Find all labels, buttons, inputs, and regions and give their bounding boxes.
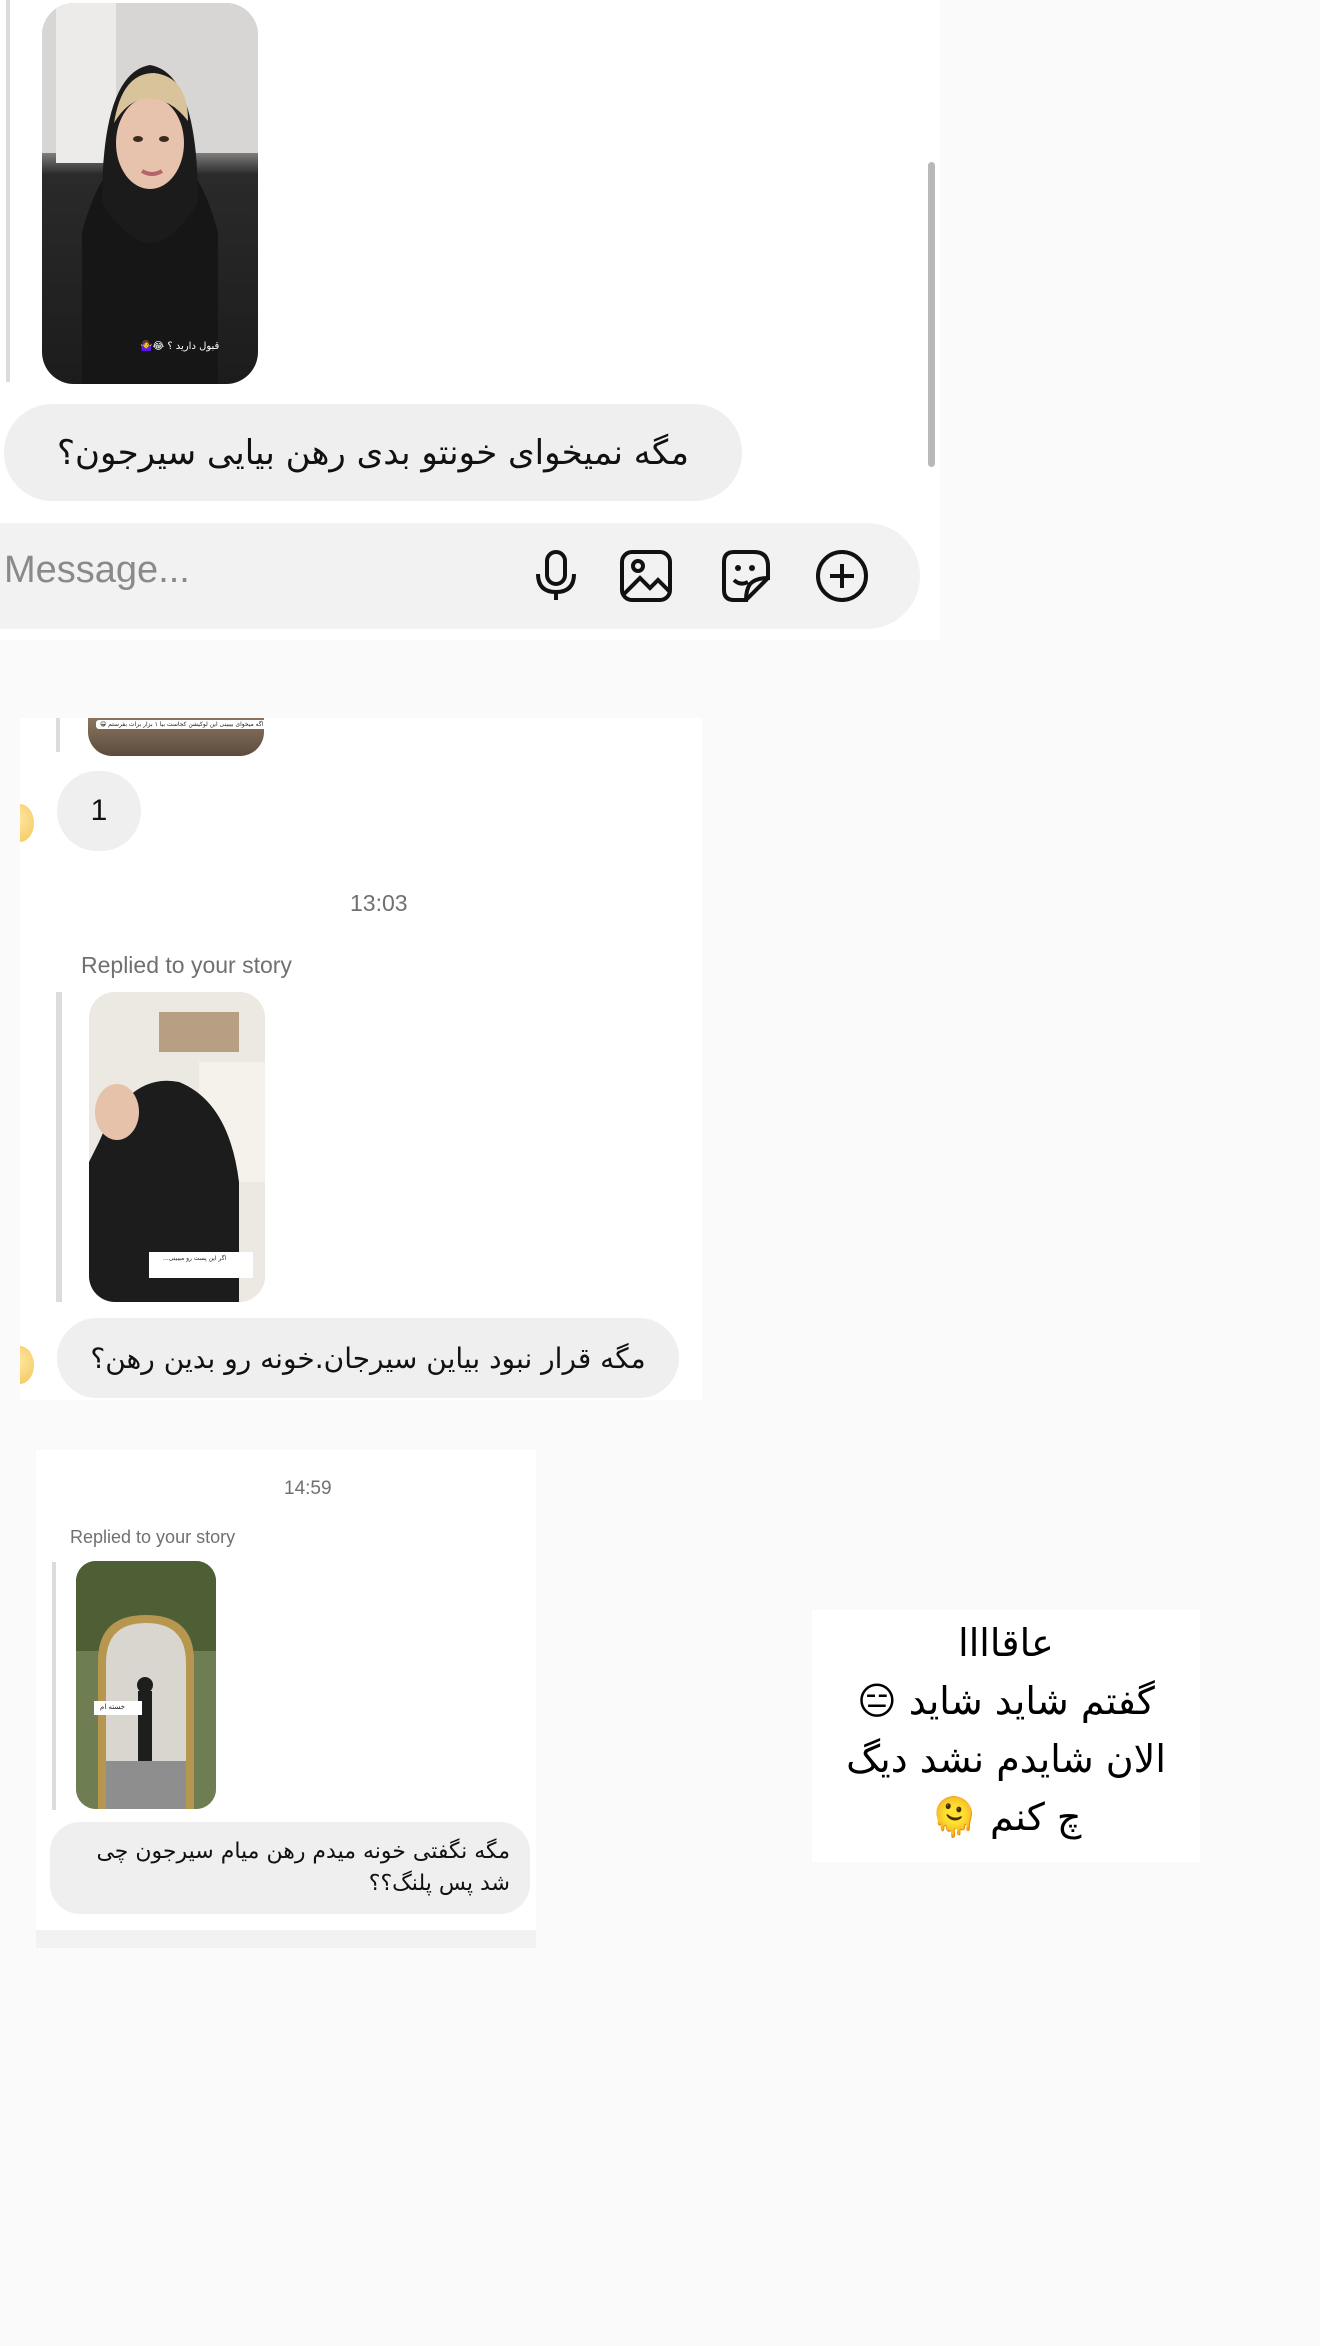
caption-line: گفتم شاید شاید 😑: [857, 1679, 1155, 1723]
story-caption: اگر این پست رو میبینی...: [159, 1254, 231, 1263]
replied-to-story-label: Replied to your story: [70, 1527, 236, 1547]
story-thumbnail[interactable]: اگه میخوای بیبینی این لوکیشن کجاست بیا ۱…: [88, 718, 264, 756]
message-composer: Message...: [0, 523, 920, 629]
avatar: [20, 804, 34, 842]
middle-chat-panel: اگه میخوای بیبینی این لوکیشن کجاست بیا ۱…: [20, 718, 702, 1400]
person-photo: [42, 3, 258, 384]
avatar: [20, 1346, 34, 1384]
message-input[interactable]: Message...: [4, 549, 190, 592]
story-thumbnail[interactable]: قبول دارید ؟ 😂🤷‍♀️: [42, 3, 258, 384]
timestamp: 13:03: [350, 890, 408, 916]
caption-line: چ کنم 🫠: [930, 1795, 1082, 1839]
reply-quote-bar: [56, 718, 60, 752]
message-text: مگه قرار نبود بیاین سیرجان.خونه رو بدین …: [90, 1341, 646, 1375]
bottom-chat-panel: 14:59 Replied to your story خسته ام مگه …: [36, 1450, 536, 1948]
caption-line: عاقاااا: [958, 1621, 1054, 1665]
replied-to-story-label: Replied to your story: [81, 952, 292, 978]
message-composer: [36, 1930, 536, 1948]
sticker-icon[interactable]: [716, 548, 772, 604]
microphone-icon[interactable]: [528, 548, 584, 604]
plus-circle-icon[interactable]: [814, 548, 870, 604]
timestamp: 14:59: [284, 1478, 332, 1499]
message-text: مگه نمیخوای خونتو بدی رهن بیایی سیرجون؟: [56, 432, 690, 473]
reply-quote-bar: [56, 992, 62, 1302]
scrollbar[interactable]: [928, 162, 935, 467]
message-bubble[interactable]: مگه نمیخوای خونتو بدی رهن بیایی سیرجون؟: [4, 404, 742, 501]
story-thumbnail[interactable]: اگر این پست رو میبینی...: [89, 992, 265, 1302]
message-bubble[interactable]: 1: [57, 771, 141, 851]
message-text: مگه نگفتی خونه میدم رهن میام سیرجون چی ش…: [96, 1839, 510, 1896]
top-chat-panel: قبول دارید ؟ 😂🤷‍♀️ مگه نمیخوای خونتو بدی…: [0, 0, 940, 640]
reply-quote-bar: [52, 1562, 56, 1810]
message-text: 1: [90, 794, 108, 827]
story-thumbnail[interactable]: خسته ام: [76, 1561, 216, 1809]
reply-quote-bar: [6, 0, 10, 382]
message-bubble[interactable]: مگه نگفتی خونه میدم رهن میام سیرجون چی ش…: [50, 1822, 530, 1914]
caption-text-box: عاقاااا گفتم شاید شاید 😑 الان شایدم نشد …: [812, 1610, 1200, 1862]
image-icon[interactable]: [618, 548, 674, 604]
caption-line: الان شایدم نشد دیگ: [846, 1737, 1166, 1781]
story-caption: قبول دارید ؟ 😂🤷‍♀️: [140, 341, 220, 352]
story-caption: خسته ام: [100, 1703, 125, 1711]
message-bubble[interactable]: مگه قرار نبود بیاین سیرجان.خونه رو بدین …: [57, 1318, 679, 1398]
story-caption: اگه میخوای بیبینی این لوکیشن کجاست بیا ۱…: [96, 720, 264, 729]
mirror-photo: [76, 1561, 216, 1809]
